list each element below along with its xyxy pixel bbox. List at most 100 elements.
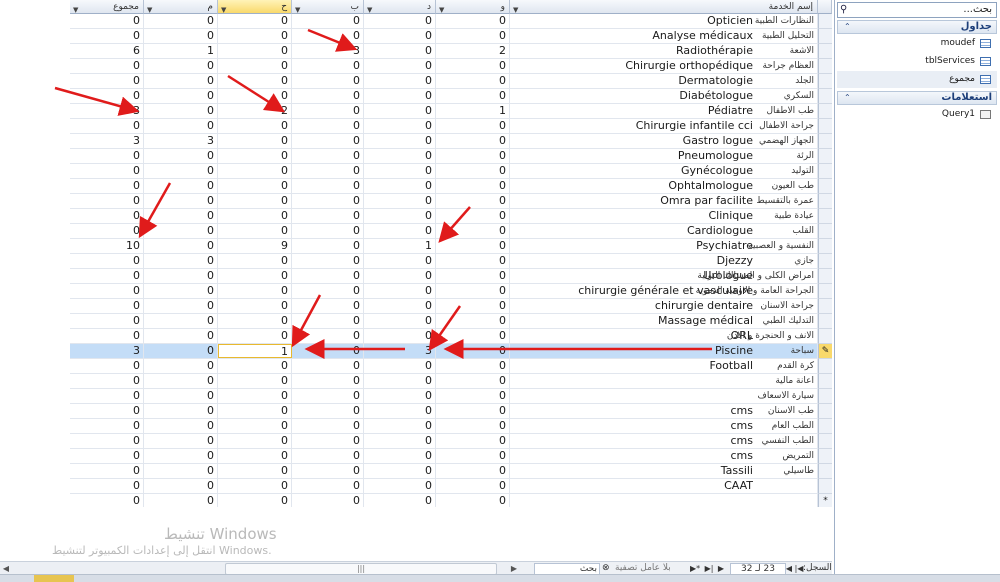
cell-m[interactable]: 0 [144,419,218,433]
cell-m[interactable]: 0 [144,59,218,73]
cell-total[interactable]: 0 [70,254,144,268]
record-selector[interactable] [818,464,832,479]
cell-w[interactable]: 0 [436,254,510,268]
cell-h[interactable]: 1 [218,344,292,358]
cell-total[interactable]: 0 [70,14,144,28]
cell-w[interactable]: 0 [436,494,510,507]
cell-h[interactable]: 0 [218,359,292,373]
cell-h[interactable]: 0 [218,404,292,418]
column-header-h[interactable]: ▼ ح [218,0,292,14]
cell-total[interactable]: 0 [70,389,144,403]
cell-service[interactable]: chirurgie générale et vasculaire الجراحة … [510,284,818,298]
cell-total[interactable]: 0 [70,299,144,313]
cell-m[interactable]: 0 [144,374,218,388]
cell-b[interactable]: 0 [292,134,364,148]
cell-w[interactable]: 0 [436,74,510,88]
cell-d[interactable]: 0 [364,179,436,193]
new-record-selector[interactable]: * [818,494,832,507]
cell-w[interactable]: 0 [436,209,510,223]
cell-service[interactable]: chirurgie dentaire جراحة الاسنان [510,299,818,313]
cell-w[interactable]: 0 [436,434,510,448]
cell-b[interactable]: 0 [292,14,364,28]
cell-m[interactable]: 0 [144,194,218,208]
cell-m[interactable]: 0 [144,14,218,28]
cell-total[interactable]: 0 [70,224,144,238]
cell-service[interactable]: سيارة الاسعاف [510,389,818,403]
cell-m[interactable]: 3 [144,134,218,148]
cell-w[interactable]: 0 [436,224,510,238]
cell-total[interactable]: 0 [70,374,144,388]
cell-service[interactable]: Football كرة القدم [510,359,818,373]
cell-m[interactable]: 0 [144,89,218,103]
record-selector[interactable] [818,194,832,209]
cell-h[interactable]: 0 [218,434,292,448]
cell-d[interactable]: 0 [364,14,436,28]
cell-m[interactable]: 0 [144,464,218,478]
cell-total[interactable]: 0 [70,164,144,178]
group-header-tables[interactable]: ⌃ جداول [837,20,997,34]
table-row[interactable]: 0 0 0 0 0 0 سيارة الاسعاف [70,389,832,404]
table-row[interactable]: 3 0 2 0 0 1 Pédiatre طب الاطفال [70,104,832,119]
record-selector[interactable] [818,359,832,374]
cell-service[interactable]: Radiothérapie الاشعة [510,44,818,58]
cell-h[interactable]: 0 [218,299,292,313]
nav-item-table-moudef[interactable]: moudef [837,35,997,52]
cell-h[interactable]: 0 [218,224,292,238]
cell-service[interactable]: Tassili طاسيلي [510,464,818,478]
cell-service[interactable]: Omra par facilite عمرة بالتقسيط [510,194,818,208]
table-row[interactable]: 0 0 0 0 0 0 Massage médical التدليك الطبي [70,314,832,329]
cell-d[interactable]: 0 [364,209,436,223]
table-row[interactable]: 0 0 0 0 0 0 Football كرة القدم [70,359,832,374]
cell-m[interactable]: 0 [144,119,218,133]
horizontal-scrollbar[interactable]: ◀ ||| ▶ [0,561,520,575]
column-header-b[interactable]: ▼ ب [292,0,364,14]
cell-w[interactable]: 0 [436,464,510,478]
cell-b[interactable]: 0 [292,29,364,43]
chevron-up-icon[interactable]: ⌃ [844,92,851,104]
cell-h[interactable]: 0 [218,284,292,298]
table-row[interactable]: 0 0 0 0 0 0 Omra par facilite عمرة بالتقسيط [70,194,832,209]
cell-h[interactable]: 0 [218,269,292,283]
cell-h[interactable]: 0 [218,29,292,43]
cell-w[interactable]: 0 [436,419,510,433]
table-row[interactable]: 0 0 0 0 0 0 Gynécologue التوليد [70,164,832,179]
cell-service[interactable]: ORL الانف و الحنجرة و الاذن [510,329,818,343]
record-selector[interactable] [818,149,832,164]
record-selector[interactable] [818,209,832,224]
cell-service[interactable]: cms الطب العام [510,419,818,433]
cell-m[interactable]: 0 [144,269,218,283]
column-header-d[interactable]: ▼ د [364,0,436,14]
cell-total[interactable]: 3 [70,344,144,358]
cell-h[interactable]: 0 [218,59,292,73]
cell-m[interactable]: 0 [144,29,218,43]
chevron-up-icon[interactable]: ⌃ [844,21,851,33]
select-all-corner[interactable] [818,0,832,14]
cell-w[interactable]: 0 [436,449,510,463]
record-selector[interactable] [818,134,832,149]
table-row[interactable]: 0 0 0 0 0 0 Chirurgie orthopédique العظام جراحة [70,59,832,74]
column-header-total[interactable]: ▼ مجموع [70,0,144,14]
cell-service[interactable]: اعانة مالية [510,374,818,388]
table-row[interactable]: 0 0 0 0 0 0 cms التمريض [70,449,832,464]
cell-service[interactable]: Diabétologue السكري [510,89,818,103]
cell-b[interactable]: 0 [292,224,364,238]
cell-service[interactable]: Pneumologue الرئة [510,149,818,163]
nav-item-table-tblservices[interactable]: tblServices [837,53,997,70]
cell-b[interactable]: 0 [292,209,364,223]
cell-m[interactable]: 0 [144,449,218,463]
cell-w[interactable]: 0 [436,299,510,313]
cell-service[interactable]: cms التمريض [510,449,818,463]
record-selector[interactable] [818,224,832,239]
table-row[interactable]: 0 0 0 0 0 0 Pneumologue الرئة [70,149,832,164]
cell-b[interactable]: 0 [292,194,364,208]
cell-total[interactable]: 0 [70,179,144,193]
table-row[interactable]: 0 0 0 0 0 0 Chirurgie infantile cci جراحة الاطف… [70,119,832,134]
table-row[interactable]: 000000 [70,494,832,507]
record-selector[interactable] [818,329,832,344]
cell-d[interactable]: 0 [364,464,436,478]
cell-h[interactable]: 0 [218,479,292,493]
cell-d[interactable]: 0 [364,44,436,58]
datasheet-grid[interactable]: ▼ مجموع ▼ م ▼ ح ▼ ب ▼ د ▼ و ▼ إسم الخدمة 000000… [70,0,832,507]
cell-service[interactable]: Psychiatre النفسية و العصبية [510,239,818,253]
cell-b[interactable]: 0 [292,464,364,478]
